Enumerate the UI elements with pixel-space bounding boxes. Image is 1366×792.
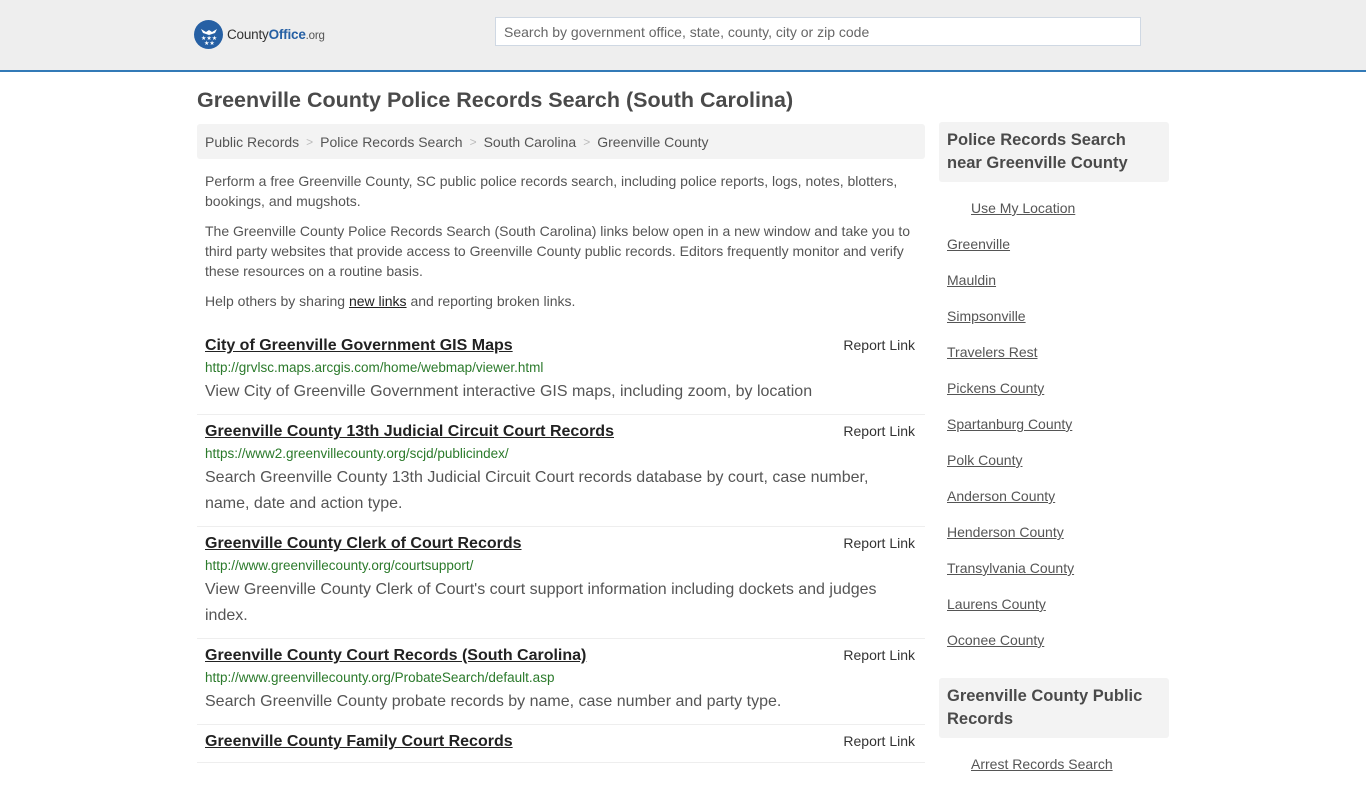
result-description: View City of Greenville Government inter… [205,383,813,400]
nearby-link[interactable]: Travelers Rest [947,344,1161,380]
report-link-button[interactable]: Report Link [843,733,915,749]
site-header: ★★★ ★★ CountyOffice.org [0,0,1366,72]
results-list: City of Greenville Government GIS Maps R… [197,329,925,763]
report-link-button[interactable]: Report Link [843,423,915,439]
breadcrumb-south-carolina[interactable]: South Carolina [484,134,577,150]
nearby-link[interactable]: Laurens County [947,596,1161,632]
result-url: http://www.greenvillecounty.org/ProbateS… [205,670,555,685]
breadcrumb-greenville-county: Greenville County [597,133,709,150]
intro-paragraph: Help others by sharing new links and rep… [205,293,576,309]
public-records-list: Arrest Records Search [939,738,1169,792]
new-links-link[interactable]: new links [349,293,407,309]
result-item: Greenville County Family Court Records R… [197,725,925,763]
eagle-stars-icon: ★★★ ★★ [194,20,223,49]
logo-text: CountyOffice.org [227,27,325,42]
breadcrumb-police-records-search[interactable]: Police Records Search [320,134,462,150]
result-title-link[interactable]: Greenville County Clerk of Court Records [205,533,522,555]
intro-paragraph: The Greenville County Police Records Sea… [205,223,911,279]
nearby-link[interactable]: Oconee County [947,632,1161,668]
report-link-button[interactable]: Report Link [843,535,915,551]
breadcrumb-separator: > [306,134,314,149]
page-title: Greenville County Police Records Search … [197,88,794,112]
nearby-heading: Police Records Search near Greenville Co… [939,122,1169,182]
search-input[interactable] [495,17,1141,46]
nearby-link[interactable]: Mauldin [947,272,1161,308]
breadcrumb: Public Records > Police Records Search >… [197,124,925,159]
result-description: Search Greenville County 13th Judicial C… [205,469,869,512]
nearby-link[interactable]: Simpsonville [947,308,1161,344]
breadcrumb-separator: > [583,134,591,149]
breadcrumb-public-records[interactable]: Public Records [205,134,299,150]
sidebar: Police Records Search near Greenville Co… [939,122,1169,792]
site-logo[interactable]: ★★★ ★★ CountyOffice.org [194,20,325,49]
nearby-list: Use My Location Greenville Mauldin Simps… [939,182,1169,668]
nearby-link[interactable]: Henderson County [947,524,1161,560]
svg-text:★★: ★★ [204,40,215,46]
result-url: http://grvlsc.maps.arcgis.com/home/webma… [205,360,544,375]
nearby-link[interactable]: Greenville [947,236,1161,272]
public-records-link[interactable]: Arrest Records Search [947,756,1161,792]
report-link-button[interactable]: Report Link [843,647,915,663]
result-item: Greenville County Court Records (South C… [197,639,925,725]
nearby-link[interactable]: Spartanburg County [947,416,1161,452]
result-title-link[interactable]: City of Greenville Government GIS Maps [205,335,513,357]
result-description: View Greenville County Clerk of Court's … [205,581,877,624]
intro-paragraph: Perform a free Greenville County, SC pub… [205,173,898,209]
nearby-link[interactable]: Anderson County [947,488,1161,524]
main-content: Public Records > Police Records Search >… [197,124,925,763]
result-url: http://www.greenvillecounty.org/courtsup… [205,558,474,573]
use-my-location-link[interactable]: Use My Location [947,200,1161,236]
nearby-link[interactable]: Polk County [947,452,1161,488]
result-title-link[interactable]: Greenville County Family Court Records [205,731,513,753]
report-link-button[interactable]: Report Link [843,337,915,353]
result-item: Greenville County Clerk of Court Records… [197,527,925,639]
result-title-link[interactable]: Greenville County 13th Judicial Circuit … [205,421,614,443]
result-item: Greenville County 13th Judicial Circuit … [197,415,925,527]
breadcrumb-separator: > [469,134,477,149]
result-title-link[interactable]: Greenville County Court Records (South C… [205,645,586,667]
result-item: City of Greenville Government GIS Maps R… [197,329,925,415]
result-description: Search Greenville County probate records… [205,693,782,710]
nearby-link[interactable]: Transylvania County [947,560,1161,596]
result-url: https://www2.greenvillecounty.org/scjd/p… [205,446,509,461]
public-records-heading: Greenville County Public Records [939,678,1169,738]
intro: Perform a free Greenville County, SC pub… [197,159,925,311]
nearby-link[interactable]: Pickens County [947,380,1161,416]
